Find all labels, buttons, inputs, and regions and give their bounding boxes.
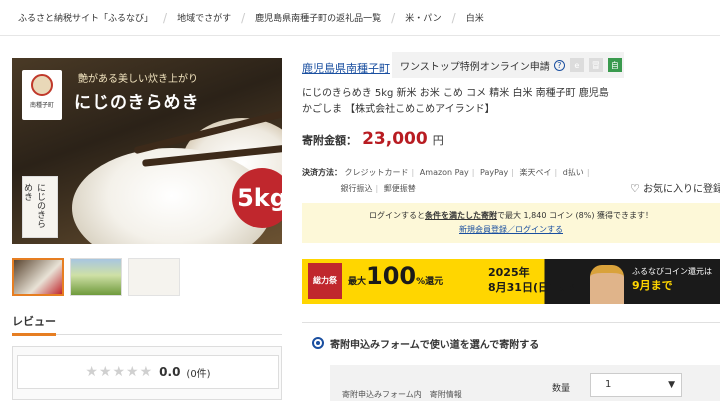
form-radio[interactable] xyxy=(312,337,324,349)
breadcrumb-separator: / xyxy=(241,10,246,25)
payment-method: クレジットカード xyxy=(344,168,409,177)
campaign-side-text: ふるなびコイン還元は 9月まで xyxy=(632,265,712,293)
payment-method: 郵便振替 xyxy=(383,184,416,193)
one-stop-label: ワンストップ特例オンライン申請 xyxy=(400,61,550,73)
breadcrumb: ふるさと納税サイト「ふるなび」 / 地域でさがす / 鹿児島県南種子町の返礼品一… xyxy=(0,0,720,36)
review-active-bar xyxy=(12,333,56,336)
notice-text: ログインすると xyxy=(368,211,425,220)
info-icon[interactable]: ? xyxy=(553,59,565,71)
form-title[interactable]: 寄附申込みフォームで使い道を選んで寄附する xyxy=(330,336,539,351)
breadcrumb-region[interactable]: 地域でさがす xyxy=(177,11,231,24)
campaign-suffix: %還元 xyxy=(416,277,444,287)
form-panel-label: 寄附申込みフォーム内 寄附情報 xyxy=(342,390,462,399)
campaign-tag: 総力祭 xyxy=(308,263,342,299)
thumbnail-list xyxy=(12,258,180,296)
badge-mail: 冒 xyxy=(588,58,603,72)
favorite-label: お気に入りに登録 xyxy=(643,184,720,195)
form-panel: 寄附申込みフォーム内 寄附情報 数量 1 ▼ xyxy=(330,365,720,401)
campaign-banner[interactable]: 総力祭 最大100%還元 2025年 8月31日(日)まで ふるなびコイン還元は… xyxy=(302,259,720,304)
hero-tagline: 艶がある美しい炊き上がり xyxy=(78,74,198,85)
one-stop-panel: ワンストップ特例オンライン申請 ? e 冒 自 xyxy=(392,52,624,78)
campaign-side-bottom: 9月まで xyxy=(632,279,673,292)
payment-method: 楽天ペイ xyxy=(519,168,552,177)
breadcrumb-separator: / xyxy=(163,10,168,25)
campaign-side-top: ふるなびコイン還元は xyxy=(632,267,712,276)
breadcrumb-municipality-list[interactable]: 鹿児島県南種子町の返礼品一覧 xyxy=(255,11,381,24)
municipality-link[interactable]: 鹿児島県南種子町 xyxy=(302,60,390,76)
notice-condition-link[interactable]: 条件を満たした寄附 xyxy=(425,211,497,220)
review-summary: ★★★★★ 0.0 (0件) xyxy=(12,346,282,400)
breadcrumb-separator: / xyxy=(451,10,456,25)
hero-title: にじのきらめき xyxy=(74,93,200,113)
payment-method: PayPay xyxy=(480,168,509,177)
campaign-headline: 最大100%還元 xyxy=(348,262,443,290)
mascot-icon xyxy=(31,74,53,96)
payment-method: Amazon Pay xyxy=(419,168,469,177)
breadcrumb-separator: / xyxy=(391,10,396,25)
review-divider xyxy=(12,333,282,336)
price-row: 寄附金額： 23,000 円 xyxy=(302,129,444,149)
breadcrumb-current: 白米 xyxy=(465,14,484,24)
favorite-button[interactable]: ♡ お気に入りに登録 xyxy=(630,180,720,195)
notice-text: で最大 1,840 コイン (8%) 獲得できます！ xyxy=(496,211,653,220)
rice-package: にじのきらめき xyxy=(22,176,58,238)
review-heading: レビュー xyxy=(12,315,56,328)
register-login-link[interactable]: 新規会員登録／ログインする xyxy=(459,225,563,234)
chevron-down-icon: ▼ xyxy=(668,380,675,390)
quantity-value: 1 xyxy=(605,379,612,390)
thumbnail-3[interactable] xyxy=(128,258,180,296)
price-unit: 円 xyxy=(432,134,444,147)
breadcrumb-category[interactable]: 米・パン xyxy=(405,11,441,24)
thumbnail-2[interactable] xyxy=(70,258,122,296)
campaign-person-image xyxy=(590,265,624,304)
municipality-logo: 南種子町 xyxy=(22,70,62,120)
payment-methods: 決済方法： クレジットカード | Amazon Pay | PayPay | 楽天ペイ… xyxy=(302,168,590,193)
badge-e: e xyxy=(569,58,584,72)
donation-form-section: 寄附申込みフォームで使い道を選んで寄附する 寄附申込みフォーム内 寄附情報 数量… xyxy=(302,322,720,401)
badge-self: 自 xyxy=(607,58,622,72)
quantity-label: 数量 xyxy=(552,384,571,394)
campaign-deadline: 8月31日(日)まで xyxy=(488,281,577,294)
campaign-prefix: 最大 xyxy=(348,277,367,287)
price-value: 23,000 xyxy=(362,129,428,149)
review-summary-inner: ★★★★★ 0.0 (0件) xyxy=(17,355,279,389)
campaign-year: 2025年 xyxy=(488,266,530,279)
rating-count: (0件) xyxy=(186,368,211,380)
payment-label: 決済方法： xyxy=(302,168,342,177)
campaign-percent: 100 xyxy=(366,262,417,290)
payment-method: 銀行振込 xyxy=(340,184,373,193)
breadcrumb-home[interactable]: ふるさと納税サイト「ふるなび」 xyxy=(18,11,153,24)
rating-stars-icon: ★★★★★ xyxy=(85,364,154,380)
thumbnail-1[interactable] xyxy=(12,258,64,296)
payment-method: d払い xyxy=(562,168,584,177)
price-label: 寄附金額： xyxy=(302,134,357,147)
login-notice: ログインすると条件を満たした寄附で最大 1,840 コイン (8%) 獲得できま… xyxy=(302,203,720,243)
quantity-select[interactable]: 1 ▼ xyxy=(590,373,682,397)
logo-text: 南種子町 xyxy=(29,102,54,109)
campaign-date: 2025年 8月31日(日)まで xyxy=(488,265,576,295)
heart-icon: ♡ xyxy=(630,182,640,195)
product-title: にじのきらめき 5kg 新米 お米 こめ コメ 精米 白米 南種子町 鹿児島 か… xyxy=(302,88,609,115)
product-main-image[interactable]: 南種子町 艶がある美しい炊き上がり にじのきらめき にじのきらめき 5kg xyxy=(12,58,282,244)
rating-score: 0.0 xyxy=(159,365,181,379)
